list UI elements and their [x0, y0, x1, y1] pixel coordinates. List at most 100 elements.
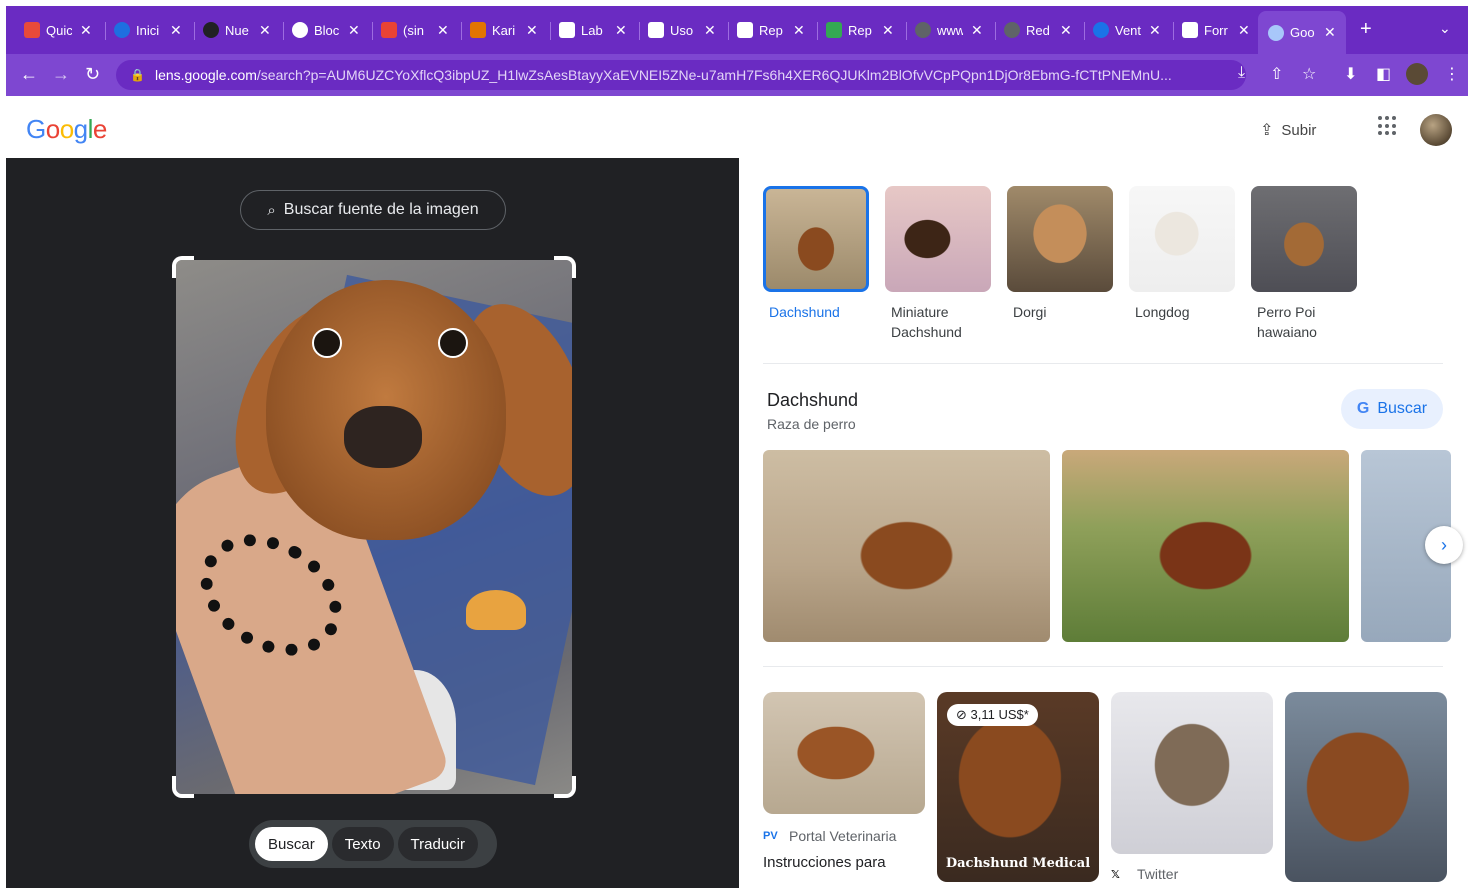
upload-icon: ⇪ — [1260, 122, 1274, 139]
download-icon[interactable]: ⬇ — [1344, 64, 1357, 84]
google-g-icon: G — [1356, 400, 1370, 417]
tab-label: www — [937, 22, 963, 38]
knowledge-subtitle: Raza de perro — [767, 416, 856, 432]
result-card[interactable]: ⊘ 3,11 US$* Dachshund Medical — [937, 692, 1099, 882]
google-icon — [292, 22, 308, 38]
chip-miniature-dachshund[interactable]: Miniature Dachshund — [885, 186, 995, 342]
account-avatar[interactable] — [1420, 114, 1452, 146]
knowledge-title: Dachshund — [767, 390, 859, 410]
result-card[interactable]: 𝕏 Twitter — [1111, 692, 1273, 882]
close-icon[interactable]: ✕ — [615, 22, 627, 39]
tab-0[interactable]: Quic ✕ — [18, 18, 98, 42]
close-icon[interactable]: ✕ — [170, 22, 182, 39]
logo-letter: g — [73, 114, 88, 144]
tab-4[interactable]: (sin ✕ — [375, 18, 455, 42]
tab-3[interactable]: Bloc ✕ — [286, 18, 366, 42]
chip-dorgi[interactable]: Dorgi — [1007, 186, 1117, 342]
result-title[interactable]: Instrucciones para — [763, 854, 925, 871]
close-icon[interactable]: ✕ — [793, 22, 805, 39]
mode-search-tab[interactable]: Buscar — [255, 827, 328, 861]
tab-active[interactable]: Goo ✕ — [1258, 11, 1346, 54]
close-icon[interactable]: ✕ — [1238, 22, 1250, 39]
tab-favicon — [203, 22, 219, 38]
crop-handle-top-right[interactable] — [554, 256, 576, 278]
bookmark-star-icon[interactable]: ☆ — [1302, 64, 1316, 84]
side-panel-icon[interactable]: ◧ — [1376, 64, 1391, 84]
reload-icon[interactable]: ↻ — [85, 64, 100, 85]
close-icon[interactable]: ✕ — [526, 22, 538, 39]
crop-handle-bottom-right[interactable] — [554, 776, 576, 798]
chip-label: Miniature Dachshund — [891, 304, 962, 340]
tab-search-chevron-icon[interactable]: ⌄ — [1439, 20, 1451, 37]
url-path: /search?p=AUM6UZCYoXflcQ3ibpUZ_H1lwZsAes… — [256, 67, 1172, 83]
chip-label: Longdog — [1135, 304, 1190, 320]
carousel-next-chevron-icon[interactable]: › — [1425, 526, 1463, 564]
x-twitter-icon: 𝕏 — [1111, 868, 1120, 881]
tab-10[interactable]: www ✕ — [909, 18, 989, 42]
google-logo[interactable]: Google — [26, 114, 107, 145]
lock-icon[interactable]: 🔒 — [130, 68, 145, 82]
query-image[interactable] — [176, 260, 572, 794]
chip-dachshund[interactable]: Dachshund — [763, 186, 873, 342]
tab-8[interactable]: Rep ✕ — [731, 18, 811, 42]
result-card[interactable]: PV Portal Veterinaria Instrucciones para — [763, 692, 925, 882]
close-icon[interactable]: ✕ — [348, 22, 360, 39]
chip-thumbnail — [763, 186, 869, 292]
tab-favicon — [1093, 22, 1109, 38]
carousel-image[interactable] — [763, 450, 1050, 642]
back-arrow-icon[interactable]: ← — [20, 64, 38, 85]
google-search-button[interactable]: G Buscar — [1341, 389, 1443, 429]
tab-13[interactable]: Forr ✕ — [1176, 18, 1256, 42]
tab-9[interactable]: Rep ✕ — [820, 18, 900, 42]
chip-thumbnail — [1251, 186, 1357, 292]
tab-2[interactable]: Nue ✕ — [197, 18, 277, 42]
mode-translate-tab[interactable]: Traducir — [397, 827, 479, 861]
mode-text-tab[interactable]: Texto — [331, 827, 394, 861]
result-source-label: Twitter — [1137, 866, 1179, 882]
upload-button[interactable]: ⇪ Subir — [1260, 120, 1316, 140]
close-icon[interactable]: ✕ — [259, 22, 271, 39]
carousel-image[interactable] — [1062, 450, 1349, 642]
logo-letter: e — [92, 114, 107, 144]
close-icon[interactable]: ✕ — [971, 22, 983, 39]
close-icon[interactable]: ✕ — [1324, 24, 1336, 41]
image-panel: ⌕ Buscar fuente de la imagen Buscar Text… — [6, 158, 739, 888]
tab-11[interactable]: Red ✕ — [998, 18, 1078, 42]
chip-longdog[interactable]: Longdog — [1129, 186, 1239, 342]
tab-6[interactable]: Lab ✕ — [553, 18, 633, 42]
share-icon[interactable]: ⇧ — [1270, 64, 1283, 84]
chip-thumbnail — [1007, 186, 1113, 292]
close-icon[interactable]: ✕ — [437, 22, 449, 39]
close-icon[interactable]: ✕ — [1149, 22, 1161, 39]
result-image[interactable]: ⊘ 3,11 US$* Dachshund Medical — [937, 692, 1099, 882]
logo-letter: o — [45, 114, 60, 144]
close-icon[interactable]: ✕ — [882, 22, 894, 39]
apps-grid-icon[interactable] — [1378, 116, 1398, 136]
result-image[interactable] — [763, 692, 925, 814]
crop-handle-top-left[interactable] — [172, 256, 194, 278]
result-card[interactable] — [1285, 692, 1447, 882]
close-icon[interactable]: ✕ — [80, 22, 92, 39]
crop-handle-bottom-left[interactable] — [172, 776, 194, 798]
forward-arrow-icon[interactable]: → — [52, 64, 70, 85]
more-menu-icon[interactable]: ⋮ — [1444, 64, 1460, 84]
install-app-icon[interactable]: ⤓ — [1238, 64, 1245, 82]
tab-1[interactable]: Inici ✕ — [108, 18, 188, 42]
chip-perro-poi[interactable]: Perro Poi hawaiano — [1251, 186, 1361, 342]
tab-12[interactable]: Vent ✕ — [1087, 18, 1167, 42]
address-bar[interactable]: 🔒 lens.google.com/search?p=AUM6UZCYoXflc… — [116, 60, 1246, 90]
profile-avatar[interactable] — [1406, 63, 1428, 85]
result-image[interactable] — [1285, 692, 1447, 882]
browser-window: Quic ✕ Inici ✕ Nue ✕ Bloc ✕ (sin ✕ Kari ✕ Lab ✕… — [6, 6, 1468, 888]
google-header: Google ⇪ Subir — [6, 96, 1468, 158]
tab-label: Kari — [492, 22, 516, 38]
close-icon[interactable]: ✕ — [704, 22, 716, 39]
tab-5[interactable]: Kari ✕ — [464, 18, 544, 42]
forms-icon — [1182, 22, 1198, 38]
find-image-source-button[interactable]: ⌕ Buscar fuente de la imagen — [240, 190, 506, 230]
close-icon[interactable]: ✕ — [1060, 22, 1072, 39]
result-image[interactable] — [1111, 692, 1273, 854]
tab-favicon — [559, 22, 575, 38]
new-tab-button[interactable]: + — [1360, 18, 1372, 41]
tab-7[interactable]: Uso ✕ — [642, 18, 722, 42]
